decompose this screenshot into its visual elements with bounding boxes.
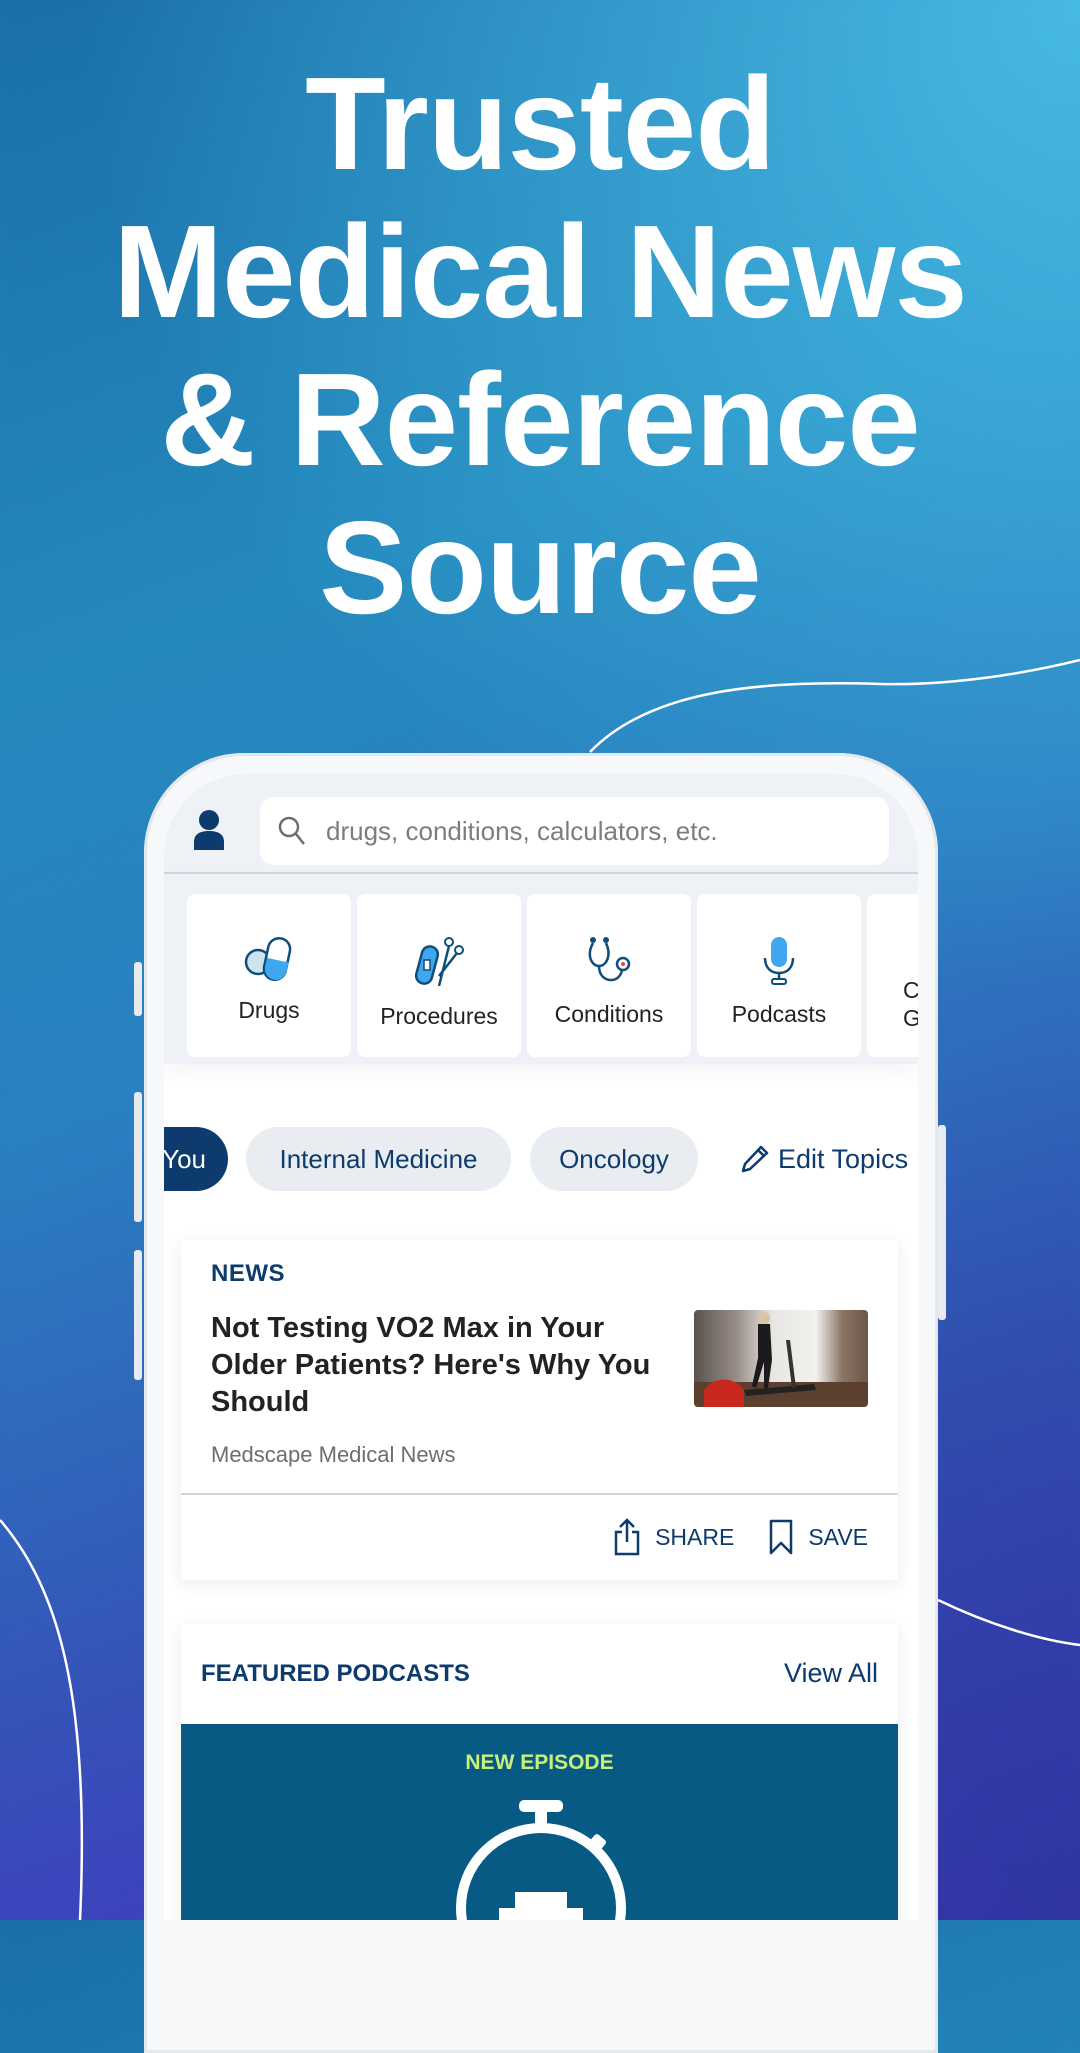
news-card[interactable]: NEWS Not Testing VO2 Max in Your Older P… (181, 1240, 898, 1580)
phone-side-button (938, 1125, 946, 1320)
card-divider (181, 1493, 898, 1495)
stethoscope-icon (588, 937, 631, 982)
headline-line: & Reference (160, 346, 920, 493)
edit-topics-button[interactable]: Edit Topics (740, 1127, 908, 1191)
chip-for-you[interactable]: You (164, 1127, 228, 1191)
headline-line: Source (319, 494, 762, 641)
search-placeholder: drugs, conditions, calculators, etc. (326, 815, 718, 846)
phone-side-button (134, 1250, 142, 1380)
stopwatch-icon (456, 1800, 626, 1920)
tile-label: Conditions (554, 1001, 664, 1027)
tile-label: Procedures (380, 1003, 498, 1029)
edit-topics-label: Edit Topics (778, 1143, 909, 1174)
headline-line: Trusted (305, 50, 776, 197)
tile-label: Drugs (238, 997, 300, 1023)
search-icon (278, 816, 305, 845)
hero-headline: Trusted Medical News & Reference Source (0, 50, 1080, 642)
tile-label: C G (903, 977, 918, 1031)
news-kicker: NEWS (211, 1260, 285, 1287)
app-screen: drugs, conditions, calculators, etc. Dru… (164, 774, 918, 1920)
profile-icon[interactable] (194, 810, 224, 850)
news-actions: SHARE SAVE (613, 1518, 868, 1556)
new-episode-badge: NEW EPISODE (465, 1751, 614, 1774)
chip-internal-medicine[interactable]: Internal Medicine (246, 1127, 511, 1191)
tile-label: Podcasts (731, 1001, 827, 1027)
chip-oncology[interactable]: Oncology (530, 1127, 698, 1191)
news-source: Medscape Medical News (211, 1442, 456, 1467)
top-bar: drugs, conditions, calculators, etc. (164, 774, 918, 874)
tile-partial[interactable]: C G (867, 894, 918, 1057)
microphone-icon (763, 937, 795, 985)
tile-conditions[interactable]: Conditions (527, 894, 691, 1057)
news-thumbnail (694, 1310, 868, 1407)
featured-podcasts-card: FEATURED PODCASTS View All NEW EPISODE (181, 1624, 898, 1920)
tile-podcasts[interactable]: Podcasts (697, 894, 861, 1057)
bandage-scissors-icon (414, 937, 464, 987)
phone-side-button (134, 962, 142, 1016)
search-input[interactable]: drugs, conditions, calculators, etc. (260, 797, 889, 865)
news-title[interactable]: Not Testing VO2 Max in Your Older Patien… (211, 1310, 651, 1421)
tile-procedures[interactable]: Procedures (357, 894, 521, 1057)
tile-drugs[interactable]: Drugs (187, 894, 351, 1057)
podcast-artwork[interactable]: NEW EPISODE (181, 1724, 898, 1920)
share-button[interactable]: SHARE (655, 1524, 734, 1551)
headline-line: Medical News (113, 198, 968, 345)
pencil-icon (741, 1145, 769, 1173)
share-icon[interactable] (613, 1518, 641, 1556)
bookmark-icon[interactable] (768, 1519, 794, 1555)
phone-side-button (134, 1092, 142, 1222)
featured-podcasts-heading: FEATURED PODCASTS (201, 1660, 470, 1687)
topic-chips: You Internal Medicine Oncology Edit Topi… (164, 1127, 918, 1191)
save-button[interactable]: SAVE (808, 1524, 868, 1551)
view-all-link[interactable]: View All (784, 1658, 878, 1689)
pill-capsule-icon (244, 936, 292, 982)
quick-links: Drugs Procedures Conditions Podcasts C G (164, 874, 918, 1064)
